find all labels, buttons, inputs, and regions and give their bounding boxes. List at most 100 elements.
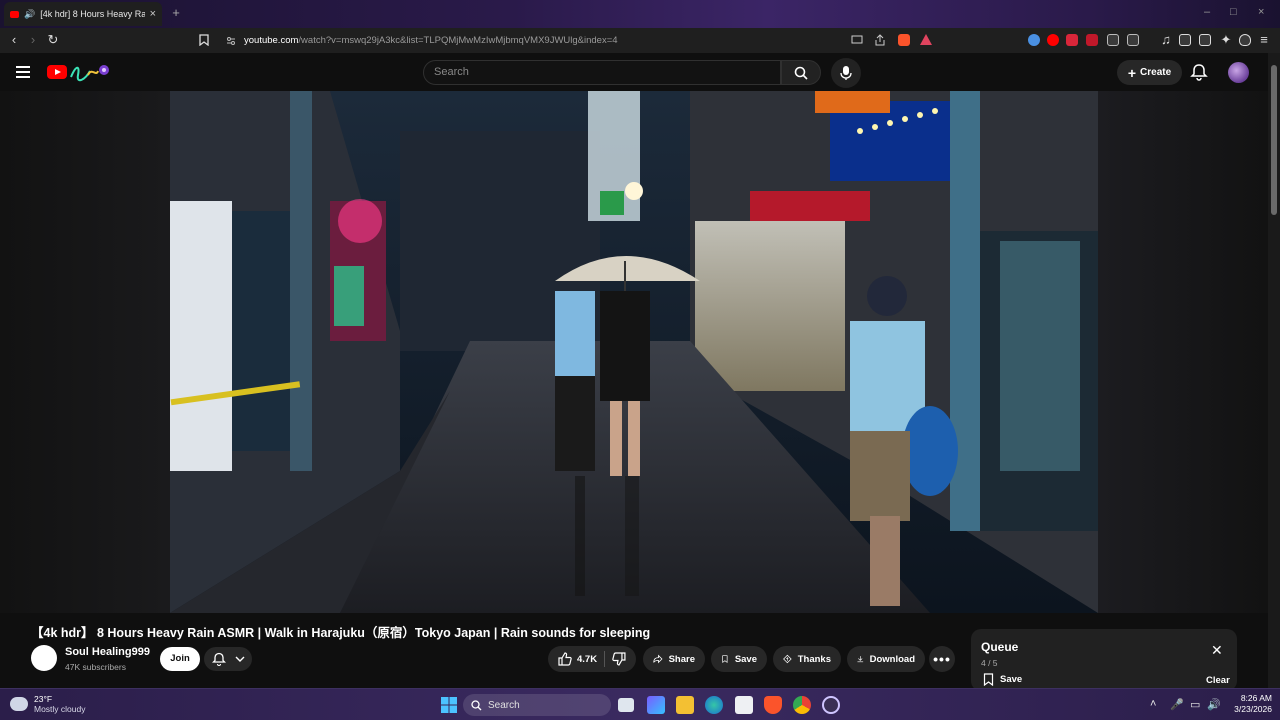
channel-name[interactable]: Soul Healing999 — [65, 646, 150, 658]
thumbs-up-icon — [558, 652, 572, 666]
create-label: Create — [1140, 67, 1172, 78]
join-button[interactable]: Join — [160, 647, 200, 671]
youtube-logo-icon[interactable] — [47, 65, 67, 79]
browser-tabstrip: 🔊 [4k hdr] 8 Hours Heavy Rain × + – □ × — [0, 0, 1280, 28]
super-thanks-icon — [783, 654, 792, 664]
like-button[interactable]: 4.7K — [558, 652, 597, 666]
subscriber-count: 47K subscribers — [65, 662, 126, 672]
bookmark-icon[interactable] — [199, 34, 209, 46]
brave-shields-icon[interactable] — [898, 34, 910, 46]
browser-menu-icon[interactable]: ≡ — [1256, 32, 1272, 48]
close-tab-icon[interactable]: × — [150, 8, 156, 20]
channel-avatar[interactable] — [31, 645, 57, 671]
thumbs-down-icon[interactable] — [612, 652, 626, 666]
browser-toolbar: ‹ › ↻ youtube.com/watch?v=mswq29jA3kc&li… — [0, 28, 1280, 53]
rewards-icon[interactable] — [920, 34, 932, 45]
like-dislike-group: 4.7K — [548, 646, 636, 672]
file-explorer-icon[interactable] — [676, 696, 694, 714]
plus-icon: + — [1127, 64, 1137, 81]
subscription-notifications-button[interactable] — [204, 647, 252, 671]
edge-browser-icon[interactable] — [705, 696, 723, 714]
menu-icon[interactable] — [16, 66, 30, 78]
extension-blue-icon[interactable] — [1028, 34, 1040, 46]
create-button[interactable]: + Create — [1117, 60, 1182, 85]
extension-yt-red-icon[interactable] — [1086, 34, 1098, 46]
search-input[interactable]: Search — [423, 60, 781, 85]
download-button[interactable]: Download — [847, 646, 925, 672]
wallet-icon[interactable] — [1199, 34, 1211, 46]
site-info-icon[interactable] — [226, 36, 236, 46]
more-actions-button[interactable]: ••• — [929, 646, 955, 672]
queue-panel: Queue 4 / 5 ✕ Save Clear — [971, 629, 1237, 691]
url-path: /watch?v=mswq29jA3kc&list=TLPQMjMwMzIwMj… — [298, 35, 618, 46]
browser-tab-active[interactable]: 🔊 [4k hdr] 8 Hours Heavy Rain × — [4, 2, 162, 26]
extension-puzzle-icon[interactable] — [1107, 34, 1119, 46]
show-hidden-icons-chevron-icon[interactable]: ˄ — [1150, 698, 1156, 710]
maximize-icon[interactable]: □ — [1230, 6, 1237, 18]
video-frame[interactable] — [170, 91, 1098, 613]
share-label: Share — [668, 653, 695, 665]
back-icon[interactable]: ‹ — [6, 32, 22, 48]
search-button[interactable] — [781, 60, 821, 85]
like-count: 4.7K — [577, 653, 598, 665]
volume-icon[interactable]: 🔊 — [1207, 698, 1221, 711]
vpn-shield-icon[interactable] — [1239, 34, 1251, 46]
taskbar-search-icon — [471, 699, 482, 710]
notifications-bell-icon[interactable] — [1190, 63, 1208, 81]
queue-title: Queue — [981, 640, 1019, 654]
taskbar-search-label: Search — [488, 699, 520, 711]
windows-taskbar: 23°F Mostly cloudy Search ˄ 🎤 ▭ 🔊 8:26 A… — [0, 688, 1280, 720]
microsoft-store-icon[interactable] — [735, 696, 753, 714]
new-tab-button[interactable]: + — [168, 5, 184, 21]
queue-save-button[interactable]: Save — [983, 673, 1022, 686]
thanks-button[interactable]: Thanks — [773, 646, 841, 672]
url-domain: youtube.com — [244, 35, 299, 46]
queue-save-bookmark-icon — [983, 673, 994, 686]
thanks-label: Thanks — [797, 653, 831, 665]
account-avatar[interactable] — [1228, 62, 1249, 83]
reload-icon[interactable]: ↻ — [45, 32, 61, 48]
ai-assistant-icon[interactable]: ✦ — [1218, 32, 1234, 48]
voice-search-button[interactable] — [831, 58, 861, 88]
copilot-icon[interactable] — [647, 696, 665, 714]
extension-youtube-icon[interactable] — [1047, 34, 1059, 46]
task-view-icon[interactable] — [618, 698, 634, 712]
chrome-icon[interactable] — [793, 696, 811, 714]
youtube-favicon-icon — [10, 10, 19, 18]
active-app-icon[interactable] — [822, 696, 840, 714]
save-button[interactable]: Save — [711, 646, 767, 672]
share-arrow-icon — [653, 654, 663, 664]
extension-screenshot-icon[interactable] — [1127, 34, 1139, 46]
system-clock[interactable]: 8:26 AM 3/23/2026 — [1222, 693, 1272, 715]
audio-playing-icon[interactable]: 🔊 — [24, 9, 35, 20]
search-icon — [794, 66, 808, 80]
weather-widget[interactable]: 23°F Mostly cloudy — [10, 694, 86, 714]
queue-save-label: Save — [1000, 674, 1023, 685]
share-page-icon[interactable] — [874, 34, 886, 46]
cast-icon[interactable] — [851, 35, 863, 45]
queue-clear-button[interactable]: Clear — [1206, 675, 1230, 686]
cloudy-weather-icon — [10, 697, 28, 711]
queue-close-icon[interactable]: ✕ — [1211, 643, 1223, 657]
weather-condition: Mostly cloudy — [34, 704, 86, 714]
page-scrollbar[interactable] — [1268, 53, 1280, 688]
video-player[interactable] — [0, 91, 1268, 613]
channel-doodle-logo[interactable] — [68, 61, 110, 83]
sidebar-icon[interactable] — [1179, 34, 1191, 46]
clock-date: 3/23/2026 — [1234, 704, 1272, 714]
network-icon[interactable]: ▭ — [1190, 698, 1200, 711]
brave-browser-icon[interactable] — [764, 696, 782, 714]
windows-start-icon[interactable] — [440, 696, 458, 714]
extension-red-icon[interactable] — [1066, 34, 1078, 46]
taskbar-search[interactable]: Search — [463, 694, 611, 716]
share-button[interactable]: Share — [643, 646, 705, 672]
youtube-header: Search + Create — [0, 53, 1268, 91]
media-controls-icon[interactable]: ♫ — [1158, 32, 1174, 48]
minimize-icon[interactable]: – — [1204, 6, 1210, 18]
scrollbar-thumb[interactable] — [1271, 65, 1277, 215]
window-close-icon[interactable]: × — [1258, 6, 1264, 18]
forward-icon[interactable]: › — [25, 32, 41, 48]
bell-icon — [212, 652, 226, 666]
microphone-tray-icon[interactable]: 🎤 — [1170, 698, 1184, 711]
tab-title: [4k hdr] 8 Hours Heavy Rain — [40, 9, 145, 19]
